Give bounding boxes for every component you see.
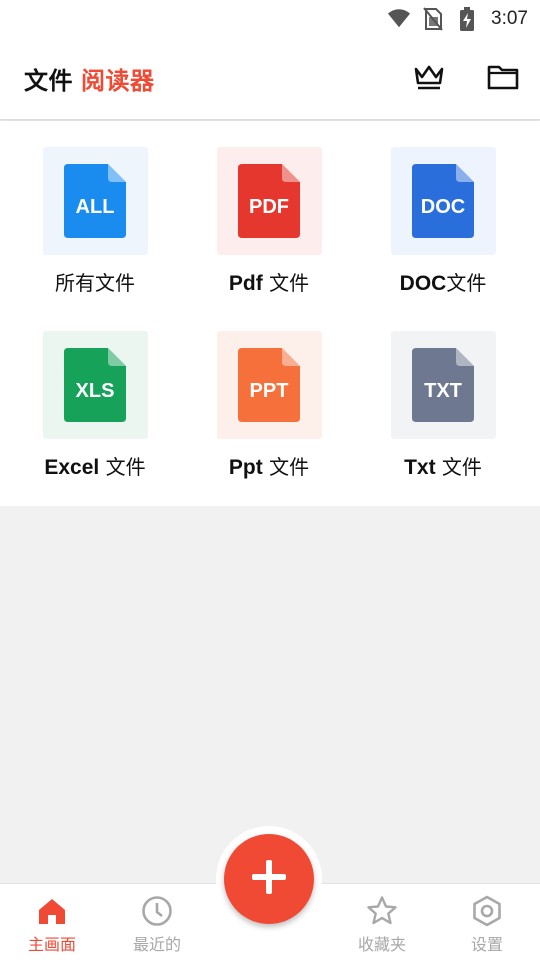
pdf-file-icon: PDF — [238, 164, 300, 238]
app-screen: 3:07 文件 阅读器 ALL 所有文件 PDF Pdf 文件 DOC DOC文… — [0, 0, 540, 960]
all-files-icon: ALL — [64, 164, 126, 238]
category-txt[interactable]: TXT Txt 文件 — [356, 331, 530, 480]
category-excel[interactable]: XLS Excel 文件 — [8, 331, 182, 480]
wifi-icon — [387, 7, 411, 31]
file-type-badge: DOC — [421, 196, 465, 218]
folder-icon — [487, 64, 519, 94]
plus-icon — [250, 858, 288, 900]
nav-home[interactable]: 主画面 — [7, 894, 97, 955]
file-corner-fold — [456, 348, 474, 366]
home-icon — [35, 894, 69, 928]
file-type-badge: ALL — [76, 196, 115, 218]
browse-folder-button[interactable] — [486, 62, 520, 96]
category-label: Ppt 文件 — [229, 451, 309, 480]
file-corner-fold — [108, 348, 126, 366]
ppt-file-icon: PPT — [238, 348, 300, 422]
file-corner-fold — [282, 164, 300, 182]
file-type-badge: TXT — [424, 380, 462, 402]
nav-settings[interactable]: 设置 — [442, 894, 532, 955]
category-label-cjk: 文件 — [435, 455, 482, 479]
file-corner-fold — [108, 164, 126, 182]
app-title-main: 文件 — [24, 67, 73, 95]
category-icon-bg: DOC — [390, 147, 496, 255]
category-label-cjk: 文件 — [446, 271, 487, 295]
category-label-cjk: 文件 — [99, 455, 146, 479]
file-corner-fold — [456, 164, 474, 182]
premium-button[interactable] — [412, 62, 446, 96]
app-bar-actions — [412, 62, 520, 96]
category-label-latin: Pdf — [228, 272, 263, 295]
status-clock: 3:07 — [491, 8, 528, 29]
category-label-latin: Ppt — [228, 456, 263, 479]
category-label: 所有文件 — [55, 267, 135, 296]
nav-label: 最近的 — [132, 935, 181, 954]
app-bar: 文件 阅读器 — [0, 38, 540, 120]
category-label-latin: Excel — [44, 456, 100, 479]
clock-icon — [140, 894, 174, 928]
category-icon-bg: ALL — [42, 147, 148, 255]
category-label: Pdf 文件 — [229, 267, 309, 296]
file-type-badge: XLS — [76, 380, 115, 402]
category-icon-bg: XLS — [42, 331, 148, 439]
category-label-latin: Txt — [404, 456, 436, 479]
add-file-button[interactable] — [224, 834, 314, 924]
nav-label: 主画面 — [27, 935, 76, 954]
category-all-files[interactable]: ALL 所有文件 — [8, 147, 182, 296]
txt-file-icon: TXT — [412, 348, 474, 422]
settings-icon — [470, 894, 504, 928]
app-title: 文件 阅读器 — [24, 61, 155, 96]
file-category-grid: ALL 所有文件 PDF Pdf 文件 DOC DOC文件 XLS Excel … — [0, 121, 540, 506]
app-title-accent: 阅读器 — [81, 67, 155, 95]
file-type-badge: PDF — [249, 196, 289, 218]
doc-file-icon: DOC — [412, 164, 474, 238]
category-label-text: 所有文件 — [55, 271, 135, 295]
nav-recent[interactable]: 最近的 — [112, 894, 202, 955]
category-icon-bg: PPT — [216, 331, 322, 439]
crown-icon — [413, 63, 445, 95]
nav-label: 设置 — [470, 935, 503, 954]
file-type-badge: PPT — [250, 380, 289, 402]
category-pdf[interactable]: PDF Pdf 文件 — [182, 147, 356, 296]
xls-file-icon: XLS — [64, 348, 126, 422]
category-label-cjk: 文件 — [262, 455, 310, 479]
battery-charging-icon — [455, 7, 479, 31]
status-bar: 3:07 — [0, 0, 540, 38]
category-label: DOC文件 — [400, 267, 487, 296]
no-sim-icon — [421, 7, 445, 31]
star-icon — [365, 894, 399, 928]
category-label: Excel 文件 — [44, 451, 145, 480]
file-corner-fold — [282, 348, 300, 366]
nav-favorites[interactable]: 收藏夹 — [337, 894, 427, 955]
category-doc[interactable]: DOC DOC文件 — [356, 147, 530, 296]
category-label-cjk: 文件 — [262, 271, 310, 295]
category-label-latin: DOC — [399, 272, 447, 295]
nav-label: 收藏夹 — [357, 935, 406, 954]
category-icon-bg: TXT — [390, 331, 496, 439]
category-label: Txt 文件 — [404, 451, 482, 480]
category-ppt[interactable]: PPT Ppt 文件 — [182, 331, 356, 480]
category-icon-bg: PDF — [216, 147, 322, 255]
